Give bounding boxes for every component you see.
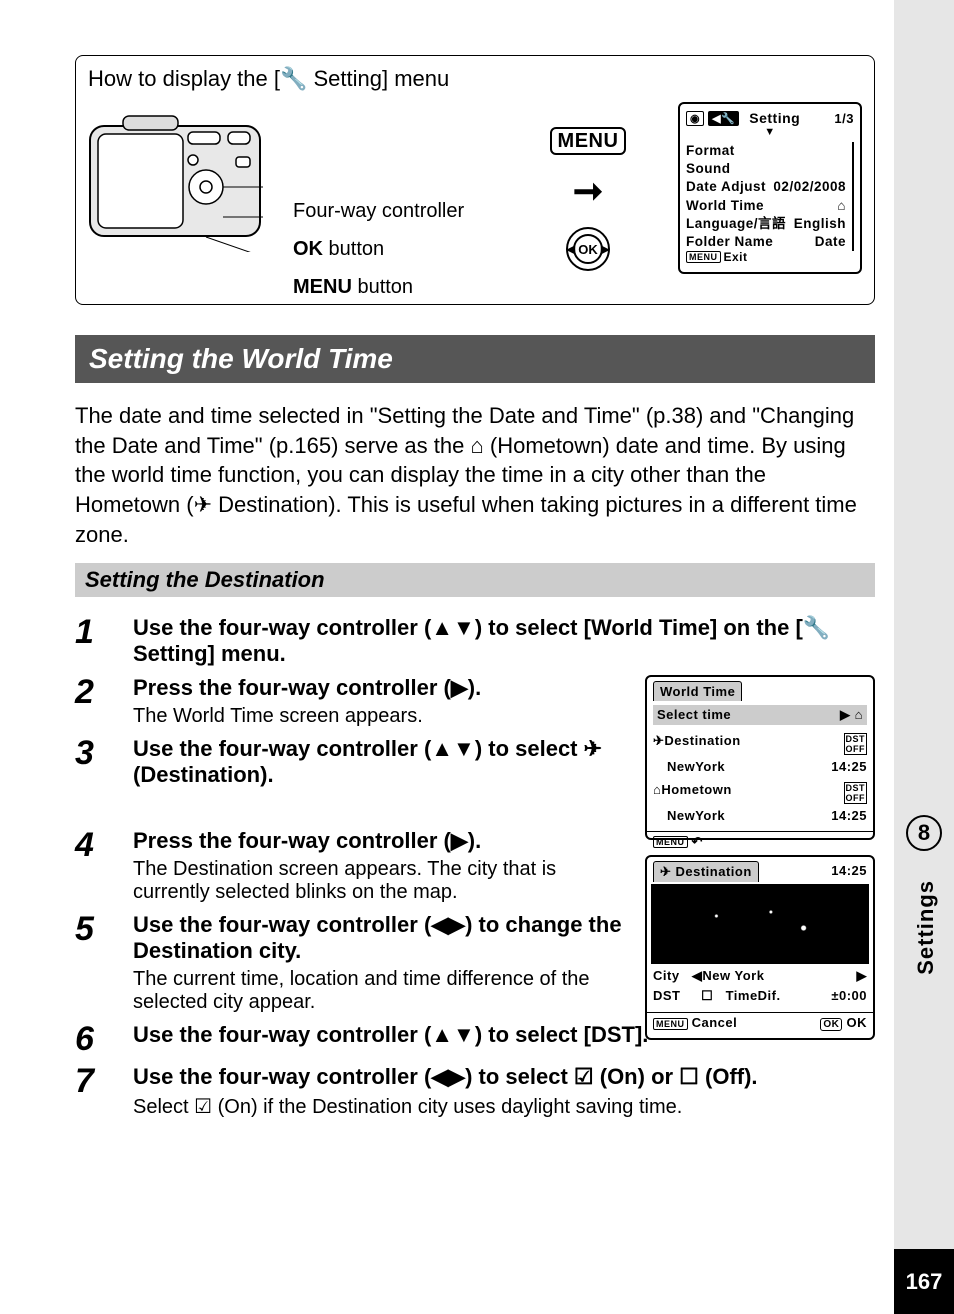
step-number: 1 [75,615,105,649]
setting-menu-lcd: ◉ ◀🔧 Setting 1/3 ▼ Format Sound Date Adj… [678,102,862,274]
chapter-label: Settings [913,880,939,975]
step-number: 6 [75,1022,105,1056]
howto-box: How to display the [🔧 Setting] menu [75,55,875,305]
setup-tab-icon: ◀🔧 [708,111,739,126]
step-number: 2 [75,675,105,709]
menu-pill: MENU [550,127,627,155]
sub-heading: Setting the Destination [75,563,875,597]
arrow-block: MENU ➞ ◀ OK ▶ [528,102,648,306]
howto-title: How to display the [🔧 Setting] menu [88,66,862,92]
camera-illustration [88,102,263,306]
destination-lcd: ✈ Destination14:25 City ◀New York▶ DST ☐… [645,855,875,1040]
world-time-lcd: World Time Select time▶ ⌂ ✈DestinationDS… [645,675,875,840]
world-map-icon [651,884,869,964]
intro-paragraph: The date and time selected in "Setting t… [75,401,875,549]
arrow-right-icon: ➞ [573,170,603,212]
side-margin [894,0,954,1314]
ok-dial-icon: ◀ OK ▶ [566,227,610,271]
chapter-circle: 8 [906,815,942,851]
step-number: 4 [75,828,105,862]
step-number: 3 [75,736,105,770]
camera-tab-icon: ◉ [686,111,704,126]
setting-rows: Format Sound Date Adjust02/02/2008 World… [686,142,854,251]
section-heading: Setting the World Time [75,335,875,383]
camera-labels: Four-way controller OK button MENU butto… [293,102,498,306]
step-number: 5 [75,912,105,946]
page-number: 167 [894,1249,954,1314]
step-number: 7 [75,1064,105,1098]
